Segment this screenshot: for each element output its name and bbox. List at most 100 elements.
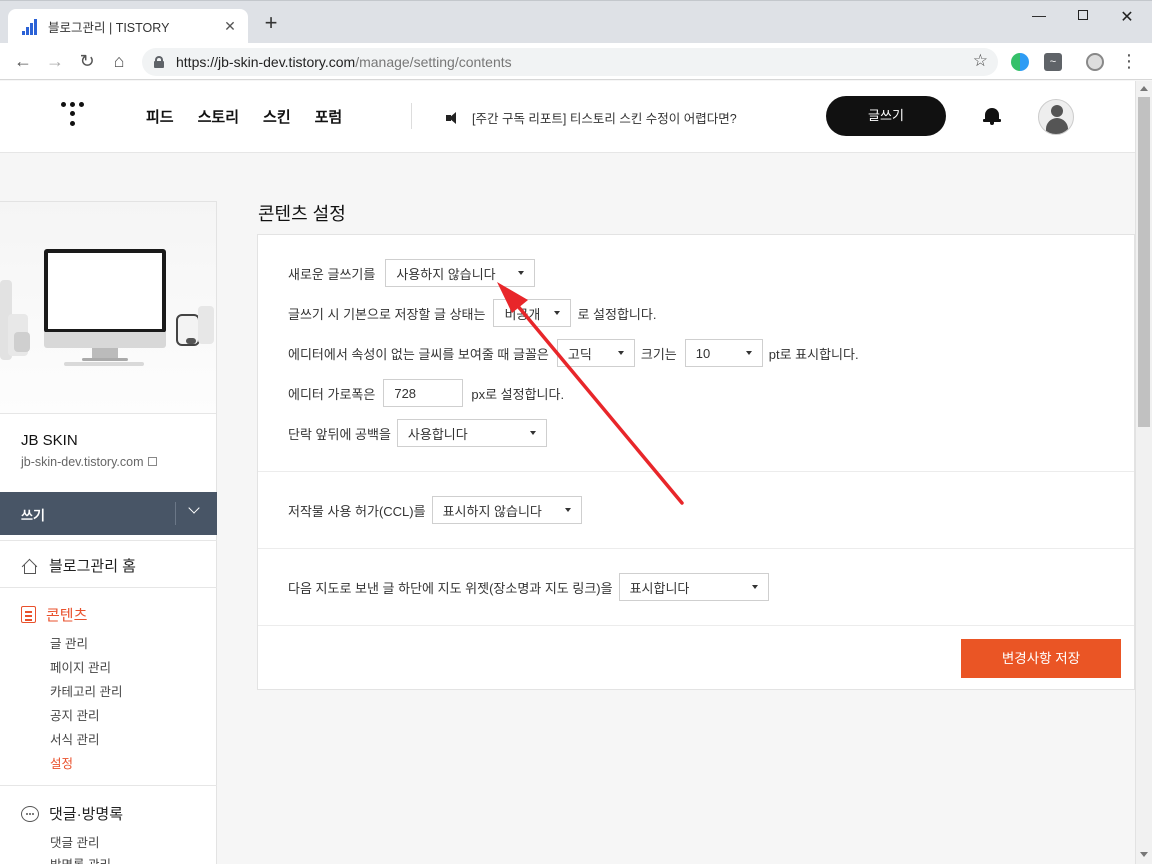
chevron-down-icon[interactable] (188, 502, 200, 514)
sidebar-sub-guestbook-manage[interactable]: 방명록 관리 (50, 854, 111, 864)
sidebar-item-home[interactable]: 블로그관리 홈 (21, 555, 136, 576)
editor-width-input[interactable]: 728 (383, 379, 464, 407)
sidebar-sub-comment-manage[interactable]: 댓글 관리 (50, 832, 99, 851)
sidebar-sub-categories[interactable]: 카테고리 관리 (50, 681, 122, 700)
save-changes-button[interactable]: 변경사항 저장 (961, 639, 1121, 678)
editor-font-row: 에디터에서 속성이 없는 글씨를 보여줄 때 글꼴은 고딕 크기는 10 pt로… (288, 339, 859, 367)
caret-down-icon (751, 585, 758, 589)
editor-size-select[interactable]: 10 (684, 339, 763, 367)
extension-chart-icon[interactable]: ~ (1044, 53, 1062, 71)
paragraph-spacing-select[interactable]: 사용합니다 (396, 419, 547, 447)
paragraph-spacing-row: 단락 앞뒤에 공백을 사용합니다 (288, 419, 553, 447)
editor-font-label: 에디터에서 속성이 없는 글씨를 보여줄 때 글꼴은 (288, 346, 549, 362)
menu-divider (0, 587, 217, 588)
tab-close-icon[interactable]: ✕ (222, 18, 238, 35)
extension-icon[interactable] (1011, 53, 1029, 71)
section-divider (258, 471, 1134, 472)
map-widget-value: 표시합니다 (629, 580, 690, 596)
document-icon (21, 606, 36, 623)
site-header: 피드 스토리 스킨 포럼 [주간 구독 리포트] 티스토리 스킨 수정이 어렵다… (0, 81, 1135, 153)
editor-font-select[interactable]: 고딕 (556, 339, 635, 367)
sidebar-sub-posts[interactable]: 글 관리 (50, 633, 88, 652)
settings-card: 새로운 글쓰기를 사용하지 않습니다 글쓰기 시 기본으로 저장할 글 상태는 … (257, 234, 1135, 690)
reload-button[interactable]: ↻ (76, 51, 98, 73)
editor-size-value: 10 (695, 345, 711, 361)
browser-menu-icon[interactable]: ⋮ (1120, 51, 1138, 71)
write-post-button[interactable]: 글쓰기 (826, 96, 946, 136)
editor-size-label: 크기는 (640, 346, 677, 362)
section-divider (258, 625, 1134, 626)
section-divider (258, 548, 1134, 549)
back-button[interactable]: ← (12, 51, 34, 73)
new-editor-row: 새로운 글쓰기를 사용하지 않습니다 (288, 259, 541, 287)
menu-divider (0, 540, 217, 541)
forward-button[interactable]: → (44, 51, 66, 73)
blog-url-link[interactable]: jb-skin-dev.tistory.com (21, 455, 158, 469)
scroll-down-icon[interactable] (1140, 852, 1148, 857)
blog-cover-image (0, 202, 216, 414)
header-divider (411, 103, 412, 129)
editor-size-suffix: pt로 표시합니다. (768, 346, 859, 362)
home-button[interactable]: ⌂ (108, 51, 130, 73)
default-status-label: 글쓰기 시 기본으로 저장할 글 상태는 (288, 306, 486, 322)
paragraph-spacing-value: 사용합니다 (407, 426, 468, 442)
editor-width-suffix: px로 설정합니다. (471, 386, 565, 402)
chat-bubble-icon (21, 805, 39, 822)
url-host: https://jb-skin-dev.tistory.com (176, 54, 356, 70)
window-maximize-button[interactable] (1068, 7, 1098, 23)
nav-feed[interactable]: 피드 (146, 106, 174, 127)
browser-tab[interactable]: 블로그관리 | TISTORY ✕ (8, 9, 248, 44)
sidebar-item-contents[interactable]: 콘텐츠 (21, 604, 87, 625)
avatar[interactable] (1038, 99, 1074, 135)
tistory-favicon-icon (22, 18, 38, 35)
sidebar-sub-pages[interactable]: 페이지 관리 (50, 657, 111, 676)
scroll-thumb[interactable] (1138, 97, 1150, 427)
nav-story[interactable]: 스토리 (198, 106, 239, 127)
nav-forum[interactable]: 포럼 (315, 106, 343, 127)
write-bar-divider (175, 502, 176, 525)
profile-avatar-icon[interactable] (1086, 53, 1104, 71)
home-icon (21, 557, 39, 575)
ccl-row: 저작물 사용 허가(CCL)를 표시하지 않습니다 (288, 496, 588, 524)
caret-down-icon (564, 508, 571, 512)
default-status-suffix: 로 설정합니다. (577, 306, 657, 322)
sidebar-item-comments[interactable]: 댓글·방명록 (21, 803, 123, 824)
caret-down-icon (518, 271, 525, 275)
caret-down-icon (554, 311, 561, 315)
editor-font-value: 고딕 (567, 346, 592, 362)
bell-icon[interactable] (983, 106, 1001, 126)
browser-tab-strip: 블로그관리 | TISTORY ✕ + — ✕ (0, 0, 1152, 44)
editor-width-label: 에디터 가로폭은 (288, 386, 376, 402)
window-close-button[interactable]: ✕ (1112, 7, 1142, 27)
browser-toolbar: ← → ↻ ⌂ https://jb-skin-dev.tistory.com /… (0, 43, 1152, 80)
sidebar-item-label: 콘텐츠 (46, 607, 88, 624)
ccl-select[interactable]: 표시하지 않습니다 (431, 496, 582, 524)
page-title: 콘텐츠 설정 (258, 204, 346, 224)
scroll-up-icon[interactable] (1140, 86, 1148, 91)
notice-link[interactable]: [주간 구독 리포트] 티스토리 스킨 수정이 어렵다면? (446, 108, 737, 127)
caret-down-icon (617, 351, 624, 355)
page-scrollbar[interactable] (1135, 81, 1152, 864)
sidebar-sub-settings[interactable]: 설정 (50, 753, 73, 772)
nav-skin[interactable]: 스킨 (263, 106, 291, 127)
blog-name[interactable]: JB SKIN (21, 432, 78, 449)
paragraph-spacing-label: 단락 앞뒤에 공백을 (288, 426, 391, 442)
sidebar-item-label: 댓글·방명록 (49, 806, 123, 823)
default-status-select[interactable]: 비공개 (493, 299, 572, 327)
tistory-logo-icon[interactable] (61, 102, 85, 130)
bookmark-star-icon[interactable]: ☆ (973, 51, 988, 71)
main-nav: 피드 스토리 스킨 포럼 (146, 106, 342, 127)
address-bar[interactable]: https://jb-skin-dev.tistory.com/manage/s… (142, 48, 998, 76)
window-minimize-button[interactable]: — (1024, 7, 1054, 23)
map-widget-select[interactable]: 표시합니다 (618, 573, 769, 601)
sidebar-sub-templates[interactable]: 서식 관리 (50, 729, 99, 748)
sidebar-write-bar[interactable]: 쓰기 (0, 492, 217, 535)
default-status-row: 글쓰기 시 기본으로 저장할 글 상태는 비공개 로 설정합니다. (288, 299, 656, 327)
ccl-label: 저작물 사용 허가(CCL)를 (288, 503, 426, 519)
map-widget-label: 다음 지도로 보낸 글 하단에 지도 위젯(장소명과 지도 링크)을 (288, 580, 613, 596)
sidebar-item-label: 블로그관리 홈 (49, 558, 136, 575)
sidebar-sub-notices[interactable]: 공지 관리 (50, 705, 99, 724)
new-editor-select[interactable]: 사용하지 않습니다 (385, 259, 536, 287)
new-tab-button[interactable]: + (260, 12, 282, 35)
tab-title: 블로그관리 | TISTORY (48, 21, 170, 35)
